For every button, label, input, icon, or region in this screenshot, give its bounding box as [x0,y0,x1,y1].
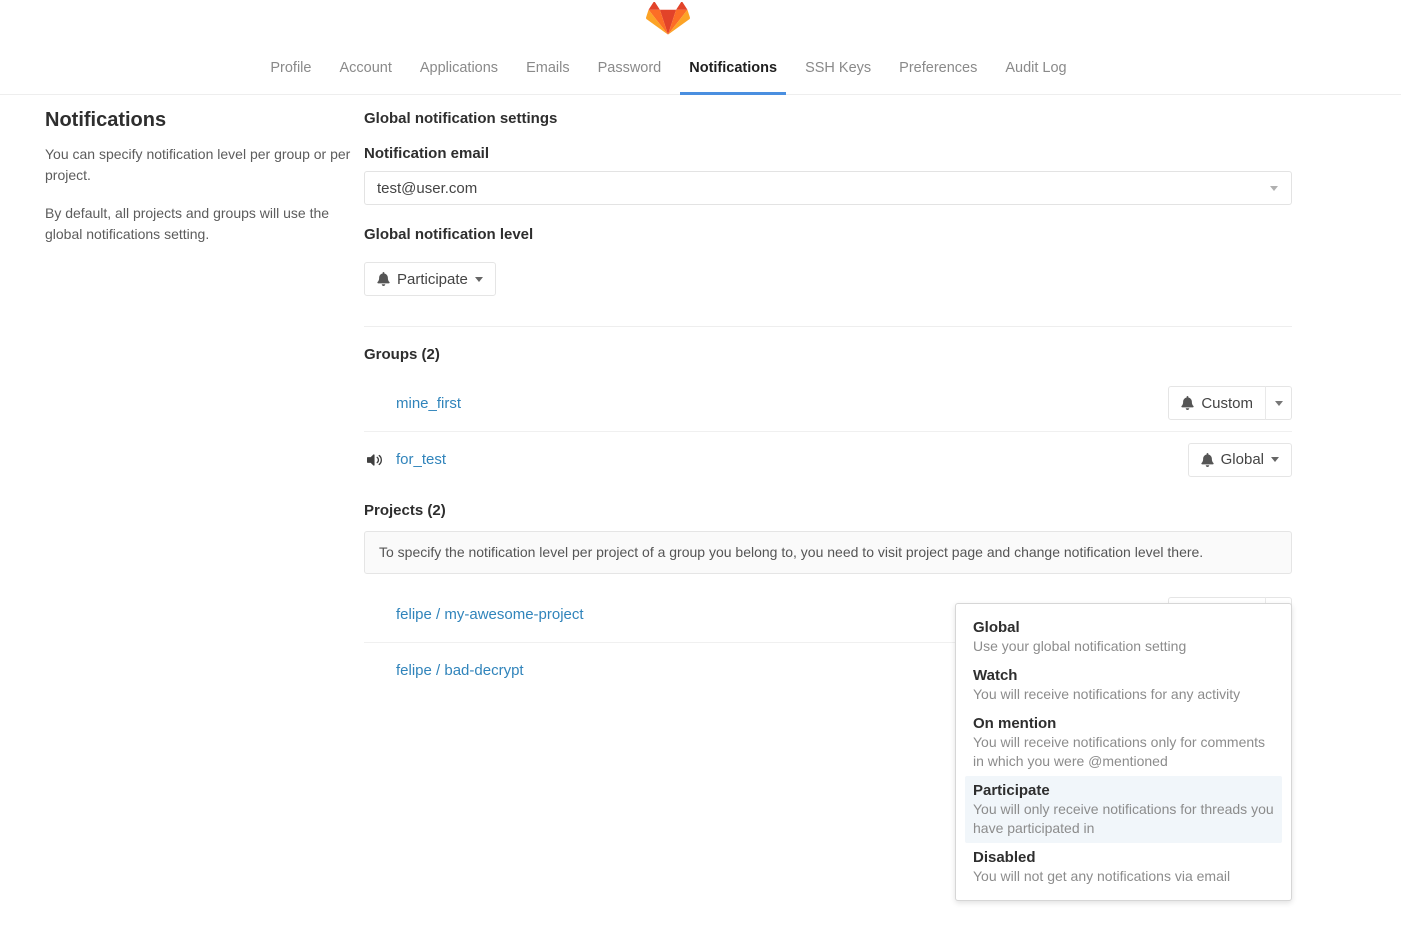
group-link-mine-first[interactable]: mine_first [396,395,461,412]
tab-notifications[interactable]: Notifications [680,58,786,95]
projects-heading: Projects (2) [364,501,1292,520]
caret-down-icon [475,277,483,282]
dropdown-item-description: You will receive notifications only for … [973,733,1274,771]
notification-email-select[interactable]: test@user.com [364,171,1292,205]
sidebar-description-2: By default, all projects and groups will… [45,203,352,245]
group-level-value: Custom [1201,395,1253,412]
global-settings-heading: Global notification settings [364,109,1292,128]
dropdown-item-description: You will receive notifications for any a… [973,685,1274,704]
group-link-for-test[interactable]: for_test [396,451,446,468]
sidebar-description-1: You can specify notification level per g… [45,144,352,186]
group-level-button-for-test[interactable]: Global [1188,443,1292,477]
volume-up-icon [367,452,384,468]
tab-profile[interactable]: Profile [261,58,320,95]
group-row-actions: Global [1188,443,1292,477]
bell-icon [1181,396,1194,410]
bell-icon [1201,453,1214,467]
notification-level-dropdown-menu: Global Use your global notification sett… [955,603,1292,901]
global-level-button[interactable]: Participate [364,262,496,296]
profile-settings-tabs: Profile Account Applications Emails Pass… [0,58,1337,95]
tab-ssh-keys[interactable]: SSH Keys [796,58,880,95]
caret-down-icon [1275,401,1283,406]
group-row-actions: Custom [1168,386,1292,420]
gitlab-logo-icon [645,2,691,44]
groups-heading: Groups (2) [364,345,1292,364]
dropdown-item-disabled[interactable]: Disabled You will not get any notificati… [965,843,1282,891]
bell-icon [377,272,390,286]
notification-email-value: test@user.com [377,180,477,197]
dropdown-item-participate[interactable]: Participate You will only receive notifi… [965,776,1282,843]
dropdown-item-title: On mention [973,714,1274,733]
global-level-label: Global notification level [364,225,1292,244]
dropdown-item-title: Global [973,618,1274,637]
group-level-caret-button[interactable] [1265,386,1292,420]
notification-email-label: Notification email [364,144,1292,163]
global-level-value: Participate [397,271,468,288]
group-level-value: Global [1221,451,1264,468]
header: Profile Account Applications Emails Pass… [0,0,1401,95]
dropdown-item-global[interactable]: Global Use your global notification sett… [965,613,1282,661]
chevron-down-icon [1270,186,1278,191]
page-title: Notifications [45,109,352,132]
dropdown-item-title: Disabled [973,848,1274,867]
tab-password[interactable]: Password [589,58,671,95]
group-row-for-test: for_test Global [364,431,1292,487]
caret-down-icon [1271,457,1279,462]
project-link-bad-decrypt[interactable]: felipe / bad-decrypt [396,662,524,679]
dropdown-item-description: You will not get any notifications via e… [973,867,1274,886]
section-divider [364,326,1292,327]
tab-audit-log[interactable]: Audit Log [996,58,1075,95]
tab-emails[interactable]: Emails [517,58,579,95]
tab-account[interactable]: Account [330,58,400,95]
tab-preferences[interactable]: Preferences [890,58,986,95]
dropdown-item-description: You will only receive notifications for … [973,800,1274,838]
tab-applications[interactable]: Applications [411,58,507,95]
sidebar-help-column: Notifications You can specify notificati… [32,95,364,698]
project-link-my-awesome-project[interactable]: felipe / my-awesome-project [396,606,584,623]
dropdown-item-watch[interactable]: Watch You will receive notifications for… [965,661,1282,709]
dropdown-item-title: Participate [973,781,1274,800]
dropdown-item-title: Watch [973,666,1274,685]
projects-notice: To specify the notification level per pr… [364,531,1292,574]
dropdown-item-description: Use your global notification setting [973,637,1274,656]
group-level-button-mine-first[interactable]: Custom [1168,386,1266,420]
dropdown-item-on-mention[interactable]: On mention You will receive notification… [965,709,1282,776]
group-row-mine-first: mine_first Custom [364,375,1292,431]
groups-list: mine_first Custom [364,375,1292,487]
